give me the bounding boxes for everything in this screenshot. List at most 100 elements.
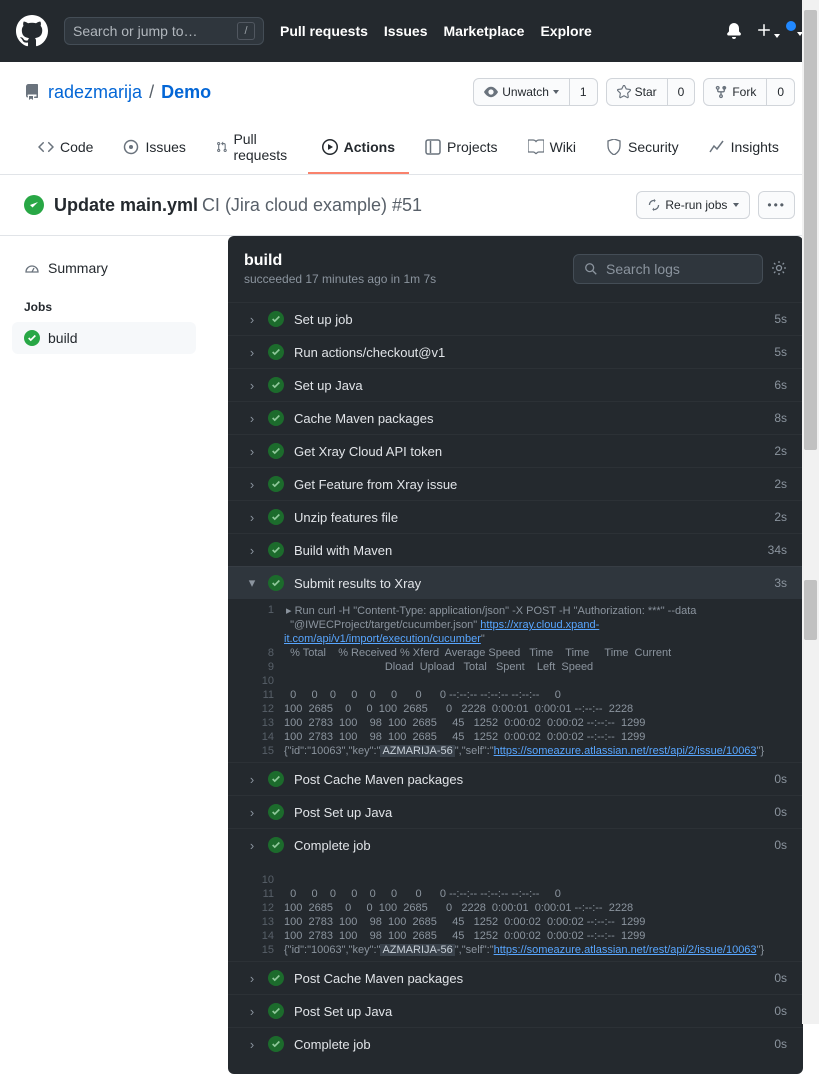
check-icon: [268, 311, 284, 327]
log-link[interactable]: https://xray.cloud.xpand-: [480, 619, 599, 631]
tab-code[interactable]: Code: [24, 122, 107, 174]
bell-icon[interactable]: [726, 23, 742, 39]
nav-issues[interactable]: Issues: [384, 23, 428, 39]
rerun-jobs-button[interactable]: Re-run jobs: [636, 191, 750, 219]
repo-header: radezmarija / Demo Unwatch 1 Star 0 Fork…: [0, 62, 819, 175]
issue-icon: [123, 139, 139, 155]
step-get-xray-cloud-api-token[interactable]: › Get Xray Cloud API token 2s: [228, 434, 803, 467]
unwatch-label: Unwatch: [502, 85, 549, 99]
star-count: 0: [667, 79, 695, 105]
search-placeholder: Search or jump to…: [73, 23, 198, 39]
tab-projects[interactable]: Projects: [411, 122, 512, 174]
log-settings-button[interactable]: [771, 260, 787, 279]
chevron-right-icon: ›: [244, 510, 260, 525]
tab-security[interactable]: Security: [592, 122, 693, 174]
log-line: "@IWECProject/target/cucumber.json" http…: [228, 618, 803, 632]
log-line: 1▸ Run curl -H "Content-Type: applicatio…: [228, 603, 803, 618]
log-search-input[interactable]: Search logs: [573, 254, 763, 284]
chevron-down-icon: ▾: [244, 575, 260, 591]
log-line: 10: [228, 674, 803, 688]
repo-owner-link[interactable]: radezmarija: [48, 82, 142, 102]
step-name: Post Set up Java: [294, 805, 392, 820]
chevron-right-icon: ›: [244, 477, 260, 492]
step-duration: 0s: [774, 838, 787, 852]
step-post-set-up-java[interactable]: › Post Set up Java 0s: [228, 795, 803, 828]
tab-issues[interactable]: Issues: [109, 122, 199, 174]
check-icon: [268, 377, 284, 393]
step-post-cache-maven-packages[interactable]: › Post Cache Maven packages 0s: [228, 762, 803, 795]
step-duration: 34s: [768, 543, 787, 557]
new-dropdown[interactable]: [756, 22, 780, 41]
shield-icon: [606, 139, 622, 155]
fork-button[interactable]: Fork 0: [703, 78, 795, 106]
step-run-actions-checkout-v1[interactable]: › Run actions/checkout@v1 5s: [228, 335, 803, 368]
sidebar-summary[interactable]: Summary: [24, 252, 196, 284]
step-build-with-maven[interactable]: › Build with Maven 34s: [228, 533, 803, 566]
book-icon: [528, 139, 544, 155]
step-name: Run actions/checkout@v1: [294, 345, 445, 360]
chevron-right-icon: ›: [244, 543, 260, 558]
tab-pulls[interactable]: Pull requests: [202, 122, 306, 174]
step-set-up-job[interactable]: › Set up job 5s: [228, 302, 803, 335]
graph-icon: [709, 139, 725, 155]
step-name: Set up Java: [294, 378, 363, 393]
tab-label: Insights: [731, 139, 779, 155]
chevron-right-icon: ›: [244, 805, 260, 820]
repo-tabs: Code Issues Pull requests Actions Projec…: [24, 122, 795, 174]
global-search-input[interactable]: Search or jump to… /: [64, 17, 264, 45]
step-post-set-up-java[interactable]: › Post Set up Java 0s: [228, 994, 803, 1027]
tab-wiki[interactable]: Wiki: [514, 122, 590, 174]
step-complete-job[interactable]: › Complete job 0s: [228, 828, 803, 861]
step-post-cache-maven-packages[interactable]: › Post Cache Maven packages 0s: [228, 961, 803, 994]
sidebar-summary-label: Summary: [48, 260, 108, 276]
step-get-feature-from-xray-issue[interactable]: › Get Feature from Xray issue 2s: [228, 467, 803, 500]
check-icon: [268, 575, 284, 591]
tab-insights[interactable]: Insights: [695, 122, 793, 174]
check-icon: [268, 410, 284, 426]
log-line: 13100 2783 100 98 100 2685 45 1252 0:00:…: [228, 915, 803, 929]
check-icon: [268, 771, 284, 787]
step-name: Post Cache Maven packages: [294, 971, 463, 986]
step-duration: 5s: [774, 345, 787, 359]
log-link[interactable]: https://someazure.atlassian.net/rest/api…: [494, 745, 757, 757]
step-set-up-java[interactable]: › Set up Java 6s: [228, 368, 803, 401]
sidebar-jobs-heading: Jobs: [24, 300, 196, 314]
chevron-right-icon: ›: [244, 345, 260, 360]
step-name: Complete job: [294, 838, 371, 853]
github-logo-icon[interactable]: [16, 15, 48, 47]
top-nav: Pull requests Issues Marketplace Explore: [280, 23, 592, 39]
log-panel: build succeeded 17 minutes ago in 1m 7s …: [228, 236, 803, 1074]
log-line: 14100 2783 100 98 100 2685 45 1252 0:00:…: [228, 730, 803, 744]
nav-pull-requests[interactable]: Pull requests: [280, 23, 368, 39]
sidebar-job-build[interactable]: build: [12, 322, 196, 354]
star-button[interactable]: Star 0: [606, 78, 696, 106]
unwatch-button[interactable]: Unwatch 1: [473, 78, 597, 106]
tab-actions[interactable]: Actions: [308, 122, 409, 174]
kebab-menu-button[interactable]: •••: [758, 191, 795, 219]
scrollbar-thumb[interactable]: [804, 580, 817, 640]
step-duration: 8s: [774, 411, 787, 425]
topbar-right: [726, 22, 803, 41]
tab-label: Pull requests: [233, 131, 291, 163]
step-duration: 0s: [774, 971, 787, 985]
tab-label: Issues: [145, 139, 185, 155]
log-line: it.com/api/v1/import/execution/cucumber": [228, 632, 803, 646]
step-name: Post Cache Maven packages: [294, 772, 463, 787]
repo-name-link[interactable]: Demo: [161, 82, 211, 102]
step-submit-results-to-xray[interactable]: ▾ Submit results to Xray 3s: [228, 566, 803, 599]
step-duration: 5s: [774, 312, 787, 326]
scrollbar-thumb[interactable]: [804, 10, 817, 450]
log-link[interactable]: it.com/api/v1/import/execution/cucumber: [284, 633, 481, 645]
log-link[interactable]: https://someazure.atlassian.net/rest/api…: [494, 944, 757, 956]
log-line: 13100 2783 100 98 100 2685 45 1252 0:00:…: [228, 716, 803, 730]
chevron-right-icon: ›: [244, 411, 260, 426]
step-cache-maven-packages[interactable]: › Cache Maven packages 8s: [228, 401, 803, 434]
gear-icon: [771, 260, 787, 276]
run-title: Update main.yml: [54, 195, 198, 215]
step-complete-job[interactable]: › Complete job 0s: [228, 1027, 803, 1060]
step-duration: 0s: [774, 1004, 787, 1018]
sync-icon: [647, 198, 661, 212]
nav-explore[interactable]: Explore: [540, 23, 591, 39]
nav-marketplace[interactable]: Marketplace: [444, 23, 525, 39]
step-unzip-features-file[interactable]: › Unzip features file 2s: [228, 500, 803, 533]
